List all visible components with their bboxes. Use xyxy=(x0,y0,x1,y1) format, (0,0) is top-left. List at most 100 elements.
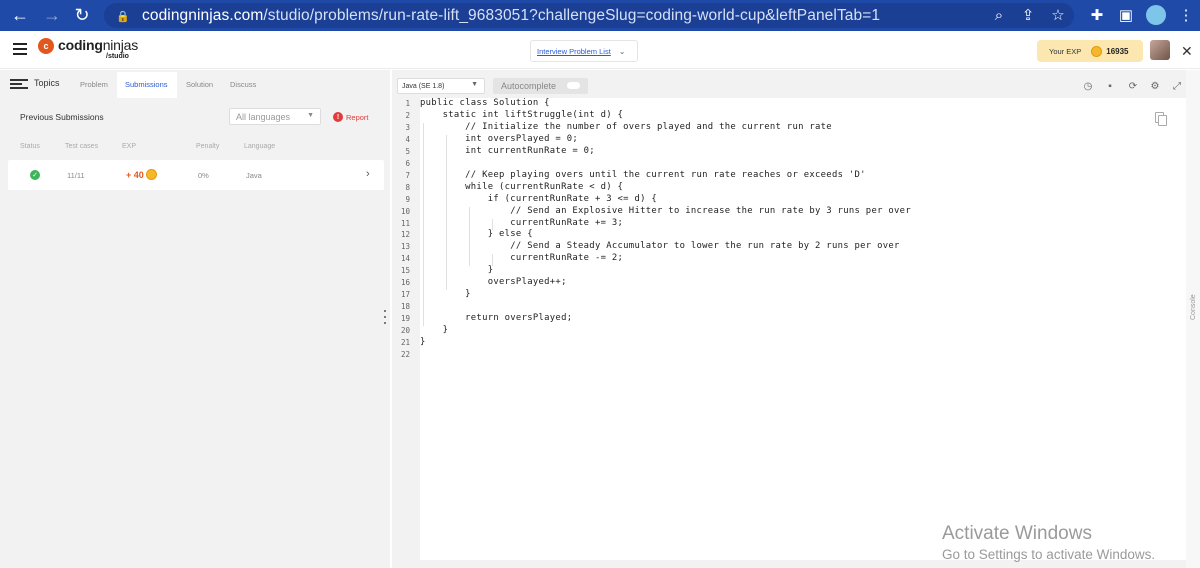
hamburger-menu-icon[interactable] xyxy=(13,43,27,55)
code-line: static int liftStruggle(int d) { xyxy=(420,109,624,120)
code-line: } xyxy=(420,325,449,336)
console-tab[interactable]: Console xyxy=(1190,294,1197,320)
tab-discuss[interactable]: Discuss xyxy=(230,80,256,89)
line-number: 3 xyxy=(405,122,410,132)
line-number: 10 xyxy=(400,206,410,216)
chevron-right-icon[interactable]: › xyxy=(366,168,370,180)
code-line: } xyxy=(420,265,494,276)
copy-icon[interactable] xyxy=(1155,112,1167,126)
success-check-icon: ✓ xyxy=(30,170,40,180)
code-line: currentRunRate += 3; xyxy=(420,217,624,228)
save-icon[interactable]: ▪ xyxy=(1104,80,1116,92)
left-panel: Topics Problem Submissions Solution Disc… xyxy=(0,70,390,568)
activate-windows-title: Activate Windows xyxy=(942,523,1092,544)
close-icon[interactable]: ✕ xyxy=(1181,43,1193,60)
previous-submissions-title: Previous Submissions xyxy=(20,112,104,122)
chevron-down-icon: ▼ xyxy=(471,81,478,88)
share-icon[interactable]: ⇪ xyxy=(1018,5,1038,25)
code-line: oversPlayed++; xyxy=(420,277,567,288)
logo-text[interactable]: codingninjas xyxy=(58,37,138,53)
language-filter-select[interactable]: All languages ▼ xyxy=(229,108,321,125)
indent-guide xyxy=(423,122,424,327)
editor-toolbar: Java (SE 1.8) ▼ Autocomplete ◷ ▪ ⟳ ⚙ ⤢ xyxy=(392,76,1192,96)
interview-problem-list-dropdown[interactable]: Interview Problem List ⌄ xyxy=(530,40,638,62)
profile-avatar[interactable] xyxy=(1146,5,1166,25)
fullscreen-icon[interactable]: ⤢ xyxy=(1171,80,1183,92)
line-number: 20 xyxy=(400,326,410,336)
clock-icon[interactable]: ◷ xyxy=(1082,80,1094,92)
exp-earned-value: + 40 xyxy=(126,169,144,180)
code-line: while (currentRunRate < d) { xyxy=(420,181,624,192)
line-number: 19 xyxy=(400,314,410,324)
toggle-switch[interactable] xyxy=(567,82,580,89)
indent-guide xyxy=(492,218,493,231)
left-tabbar: Topics Problem Submissions Solution Disc… xyxy=(0,70,390,98)
interview-problem-list-label: Interview Problem List xyxy=(537,46,611,56)
line-number: 12 xyxy=(400,230,410,240)
tab-problem[interactable]: Problem xyxy=(80,80,108,89)
coin-icon xyxy=(1091,45,1103,57)
menu-dots-icon[interactable]: ⋮ xyxy=(1176,5,1196,25)
tab-solution[interactable]: Solution xyxy=(186,80,213,89)
editor-language-select[interactable]: Java (SE 1.8) ▼ xyxy=(397,78,485,94)
back-arrow-icon[interactable]: ← xyxy=(9,4,31,26)
line-number: 7 xyxy=(405,170,410,180)
line-number: 21 xyxy=(400,338,410,347)
code-line: return oversPlayed; xyxy=(420,313,573,324)
language-value: Java xyxy=(246,171,262,180)
editor-language-label: Java (SE 1.8) xyxy=(402,82,445,90)
code-line: } xyxy=(420,289,471,300)
forward-arrow-icon[interactable]: → xyxy=(41,4,63,26)
report-button[interactable]: ! Report xyxy=(333,112,369,122)
column-header-exp: EXP xyxy=(122,143,137,150)
line-number: 1 xyxy=(405,99,410,108)
lock-icon: 🔒 xyxy=(116,10,130,23)
column-header-language: Language xyxy=(244,143,276,150)
line-number: 13 xyxy=(400,242,410,252)
report-label: Report xyxy=(346,112,369,122)
code-editor[interactable]: 1 2 3 4 5 6 7 8 9 10 11 12 13 14 15 16 17 18 19 20 21 22 publ… xyxy=(392,98,1186,560)
side-panel-icon[interactable]: ▣ xyxy=(1116,5,1136,25)
topics-button[interactable]: Topics xyxy=(34,78,60,88)
user-avatar[interactable] xyxy=(1150,40,1170,60)
exp-value: 16935 xyxy=(1106,46,1129,56)
reload-icon[interactable]: ↻ xyxy=(71,4,93,26)
submission-row[interactable]: ✓ 11/11 + 40 0% Java › xyxy=(8,160,384,190)
line-number-gutter: 1 2 3 4 5 6 7 8 9 10 11 12 13 14 15 16 17 18 19 20 21 22 xyxy=(392,98,420,560)
bookmark-star-icon[interactable]: ☆ xyxy=(1048,5,1068,25)
logo-subtitle: /studio xyxy=(106,53,129,60)
code-line: int oversPlayed = 0; xyxy=(420,133,579,144)
line-number: 14 xyxy=(400,254,410,264)
test-cases-value: 11/11 xyxy=(67,171,85,180)
code-line: // Keep playing overs until the current … xyxy=(420,169,866,180)
code-line: if (currentRunRate + 3 <= d) { xyxy=(420,193,658,204)
reset-icon[interactable]: ⟳ xyxy=(1127,80,1139,92)
exp-earned: + 40 xyxy=(126,169,157,180)
line-number: 2 xyxy=(405,110,410,120)
logo-icon[interactable]: c xyxy=(38,38,54,54)
alert-icon: ! xyxy=(333,112,343,122)
line-number: 18 xyxy=(400,302,410,312)
language-filter-label: All languages xyxy=(236,111,291,122)
exp-label: Your EXP xyxy=(1049,46,1082,56)
settings-gear-icon[interactable]: ⚙ xyxy=(1149,80,1161,92)
line-number: 4 xyxy=(405,134,410,144)
extensions-icon[interactable]: ✚ xyxy=(1087,5,1107,25)
column-header-penalty: Penalty xyxy=(196,143,220,150)
code-line: public class Solution { xyxy=(420,98,550,108)
panel-resize-handle[interactable] xyxy=(384,310,386,328)
address-bar[interactable]: 🔒 codingninjas.com/studio/problems/run-r… xyxy=(104,3,1074,28)
autocomplete-toggle[interactable]: Autocomplete xyxy=(493,78,588,94)
line-number: 5 xyxy=(405,146,410,156)
site-header: c codingninjas /studio Interview Problem… xyxy=(0,31,1200,69)
indent-guide xyxy=(492,254,493,267)
exp-badge[interactable]: Your EXP 16935 xyxy=(1037,40,1143,62)
activate-windows-subtitle: Go to Settings to activate Windows. xyxy=(942,547,1156,562)
tab-submissions[interactable]: Submissions xyxy=(125,80,168,89)
zoom-icon[interactable]: ⌕ xyxy=(989,5,1009,25)
topics-icon[interactable] xyxy=(10,79,28,89)
autocomplete-label: Autocomplete xyxy=(501,81,557,91)
indent-guide xyxy=(469,206,470,267)
column-header-test-cases: Test cases xyxy=(65,143,99,150)
line-number: 15 xyxy=(400,266,410,276)
